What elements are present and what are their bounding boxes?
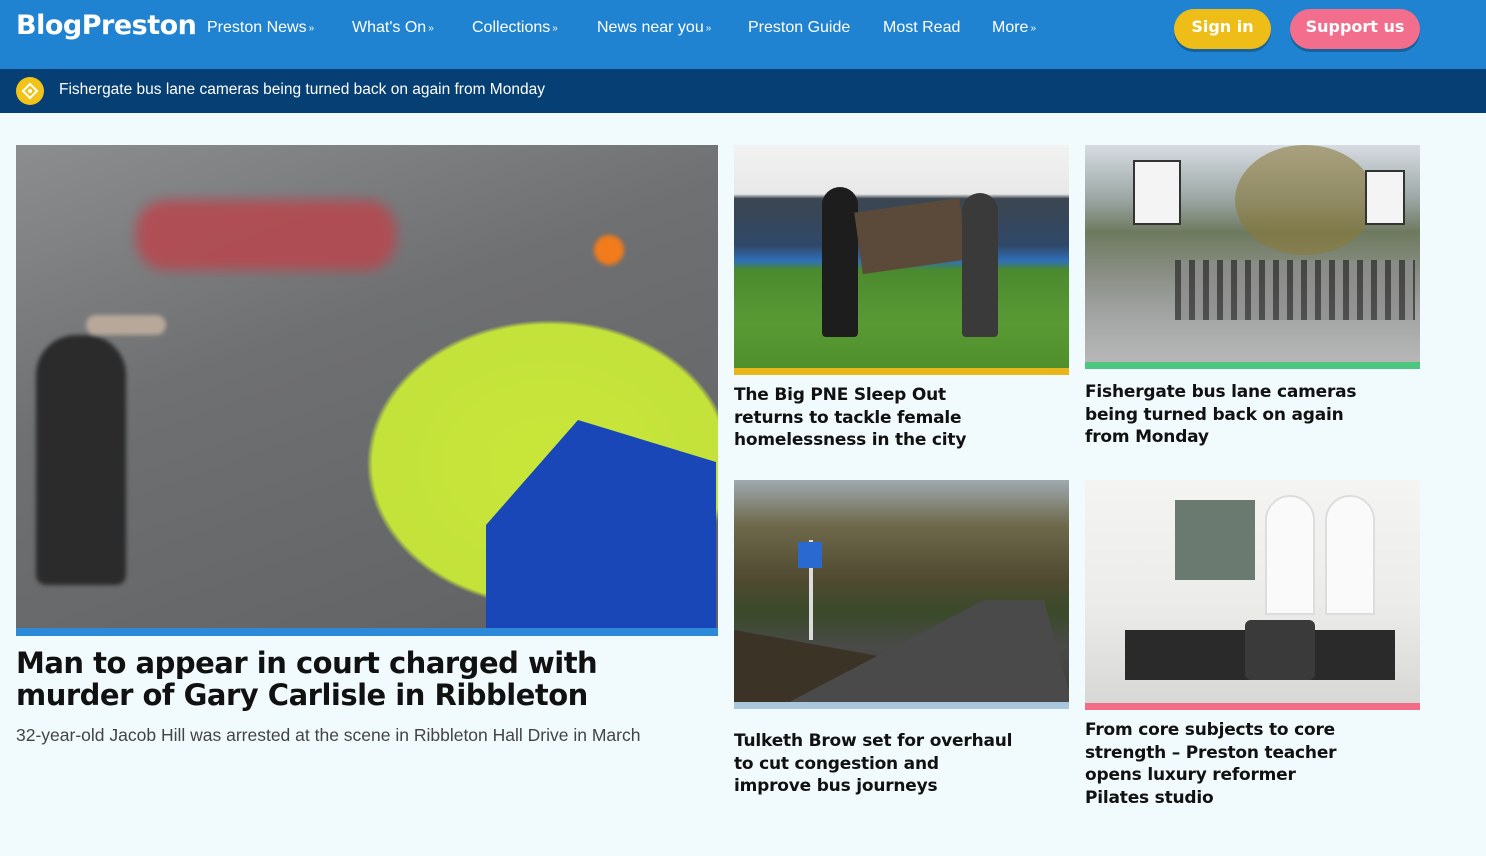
site-logo[interactable]: BlogPreston (16, 10, 197, 41)
nav-item-label: Most Read (883, 19, 961, 36)
diamond-sign-icon (16, 77, 44, 105)
card-image-tulketh-brow[interactable] (734, 480, 1069, 702)
nav-item-collections[interactable]: Collections» (472, 19, 558, 37)
nav-item-most-read[interactable]: Most Read (883, 19, 960, 37)
nav-item-label: More (992, 19, 1029, 36)
chevron-down-icon: » (1030, 23, 1037, 34)
nav-item-label: Preston News (207, 19, 307, 36)
card-image-pne-sleep-out[interactable] (734, 145, 1069, 368)
nav-item-preston-news[interactable]: Preston News» (207, 19, 314, 37)
card-image-pilates-studio[interactable] (1085, 480, 1420, 703)
main-article-image[interactable] (16, 145, 718, 628)
card-headline[interactable]: The Big PNE Sleep Out returns to tackle … (734, 384, 1014, 452)
card-headline[interactable]: Tulketh Brow set for overhaul to cut con… (734, 730, 1014, 798)
card-accent-bar (734, 368, 1069, 375)
card-headline[interactable]: Fishergate bus lane cameras being turned… (1085, 381, 1365, 449)
main-article-standfirst: 32-year-old Jacob Hill was arrested at t… (16, 725, 641, 745)
top-navigation: BlogPreston Preston News» What's On» Col… (0, 0, 1486, 69)
main-article-headline[interactable]: Man to appear in court charged with murd… (16, 647, 616, 711)
nav-item-label: Collections (472, 19, 551, 36)
nav-item-more[interactable]: More» (992, 19, 1036, 37)
nav-item-whats-on[interactable]: What's On» (352, 19, 434, 37)
nav-item-preston-guide[interactable]: Preston Guide (748, 19, 850, 37)
nav-item-label: News near you (597, 19, 704, 36)
main-article-accent-bar (16, 628, 718, 636)
chevron-down-icon: » (552, 23, 558, 34)
support-us-button[interactable]: Support us (1290, 9, 1420, 49)
nav-item-news-near-you[interactable]: News near you» (597, 19, 711, 37)
breaking-news-link[interactable]: Fishergate bus lane cameras being turned… (59, 81, 545, 99)
chevron-down-icon: » (308, 23, 315, 34)
chevron-down-icon: » (428, 23, 434, 34)
chevron-down-icon: » (705, 23, 712, 34)
sign-in-button[interactable]: Sign in (1174, 9, 1271, 49)
card-headline[interactable]: From core subjects to core strength – Pr… (1085, 719, 1365, 809)
nav-item-label: Preston Guide (748, 19, 851, 36)
card-image-fishergate[interactable] (1085, 145, 1420, 362)
card-accent-bar (734, 702, 1069, 709)
card-accent-bar (1085, 703, 1420, 710)
nav-item-label: What's On (352, 19, 427, 36)
card-accent-bar (1085, 362, 1420, 369)
